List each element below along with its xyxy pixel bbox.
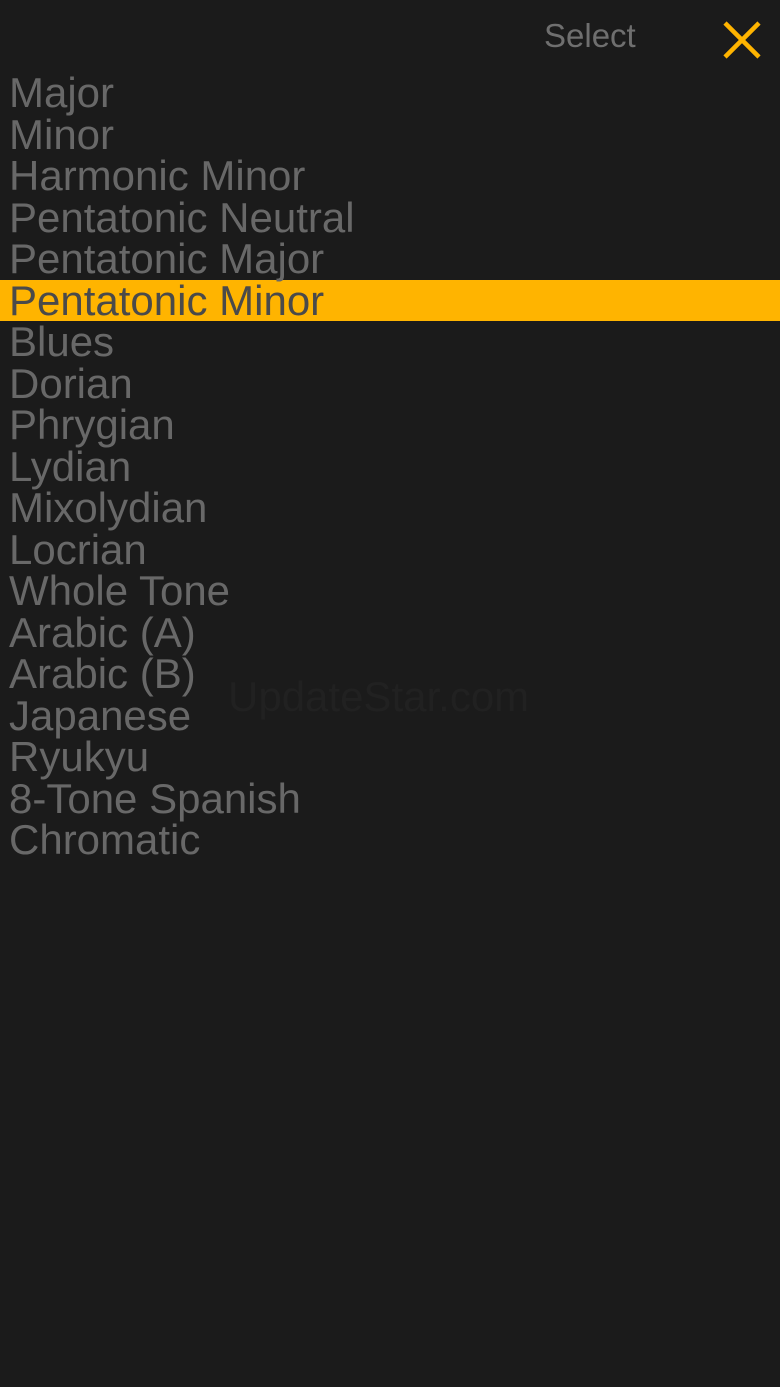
scale-item-pentatonic-neutral[interactable]: Pentatonic Neutral — [0, 196, 780, 239]
select-button[interactable]: Select — [544, 16, 636, 56]
scale-item-arabic-a[interactable]: Arabic (A) — [0, 611, 780, 654]
scale-item-blues[interactable]: Blues — [0, 321, 780, 363]
close-icon — [723, 21, 761, 59]
scale-item-mixolydian[interactable]: Mixolydian — [0, 487, 780, 529]
scale-picker-screen: Select UpdateStar.com Major Minor Harmon… — [0, 0, 780, 1387]
scale-item-chromatic[interactable]: Chromatic — [0, 819, 780, 861]
scale-item-japanese[interactable]: Japanese — [0, 694, 780, 737]
scale-item-whole-tone[interactable]: Whole Tone — [0, 570, 780, 612]
scale-item-minor[interactable]: Minor — [0, 113, 780, 156]
scale-item-8-tone-spanish[interactable]: 8-Tone Spanish — [0, 777, 780, 820]
scale-item-arabic-b[interactable]: Arabic (B) — [0, 653, 780, 695]
scale-item-locrian[interactable]: Locrian — [0, 528, 780, 571]
scale-item-harmonic-minor[interactable]: Harmonic Minor — [0, 155, 780, 197]
scale-list: Major Minor Harmonic Minor Pentatonic Ne… — [0, 72, 780, 861]
scale-item-phrygian[interactable]: Phrygian — [0, 404, 780, 446]
scale-item-dorian[interactable]: Dorian — [0, 362, 780, 405]
scale-item-pentatonic-major[interactable]: Pentatonic Major — [0, 238, 780, 280]
scale-item-lydian[interactable]: Lydian — [0, 445, 780, 488]
scale-item-major[interactable]: Major — [0, 72, 780, 114]
header: Select — [0, 0, 780, 72]
close-button[interactable] — [716, 14, 768, 66]
scale-item-ryukyu[interactable]: Ryukyu — [0, 736, 780, 778]
scale-item-pentatonic-minor[interactable]: Pentatonic Minor — [0, 279, 780, 321]
